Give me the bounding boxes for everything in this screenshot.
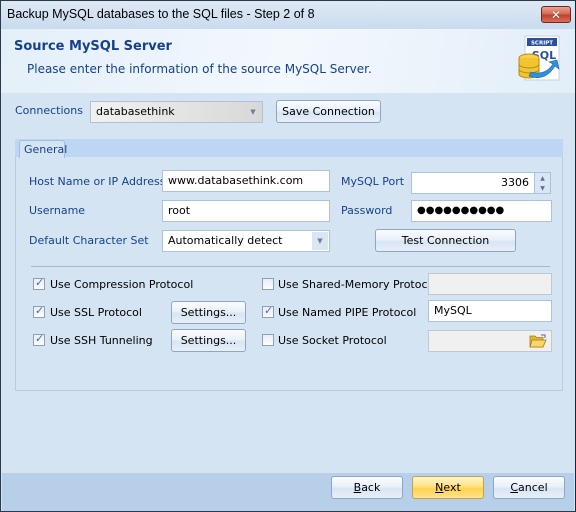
- charset-value: Automatically detect: [168, 234, 283, 247]
- back-button[interactable]: Back: [331, 476, 403, 499]
- cancel-mnemonic: C: [510, 481, 519, 494]
- spin-up-icon[interactable]: ▲: [535, 173, 550, 183]
- page-title: Source MySQL Server: [14, 39, 172, 54]
- host-input[interactable]: www.databasethink.com: [162, 170, 330, 192]
- charset-label: Default Character Set: [29, 234, 149, 247]
- shared-memory-label: Use Shared-Memory Protocol: [278, 278, 438, 291]
- shared-memory-checkbox[interactable]: [262, 278, 274, 290]
- title-bar: Backup MySQL databases to the SQL files …: [1, 1, 575, 29]
- next-label: Next: [435, 481, 461, 494]
- cancel-label: Cancel: [510, 481, 547, 494]
- icon-badge-text: SCRIPT: [531, 41, 553, 47]
- script-sql-database-icon: SCRIPT SQL: [518, 35, 560, 81]
- ssh-checkbox[interactable]: [33, 332, 45, 346]
- port-stepper[interactable]: ▲ ▼: [534, 172, 551, 194]
- named-pipe-input[interactable]: MySQL: [428, 300, 552, 322]
- cancel-label-rest: ancel: [518, 481, 548, 494]
- tab-general[interactable]: General: [19, 140, 67, 158]
- page-subtitle: Please enter the information of the sour…: [27, 62, 372, 76]
- options-divider: [31, 266, 550, 267]
- compression-checkbox[interactable]: [33, 276, 45, 290]
- connections-dropdown[interactable]: databasethink ▼: [90, 101, 263, 123]
- back-label-rest: ack: [361, 481, 381, 494]
- back-label: Back: [354, 481, 381, 494]
- password-input[interactable]: ●●●●●●●●●●: [411, 200, 552, 222]
- chevron-down-icon[interactable]: ▼: [245, 103, 261, 121]
- socket-checkbox[interactable]: [262, 334, 274, 346]
- ssh-settings-button[interactable]: Settings...: [171, 329, 246, 352]
- named-pipe-checkbox[interactable]: [262, 304, 274, 318]
- port-label: MySQL Port: [341, 175, 405, 188]
- spin-down-icon[interactable]: ▼: [535, 183, 550, 193]
- close-icon: ✕: [550, 7, 562, 22]
- ssl-checkbox[interactable]: [33, 304, 45, 318]
- cancel-button[interactable]: Cancel: [493, 476, 565, 499]
- wizard-footer: [2, 473, 574, 511]
- next-label-rest: ext: [443, 481, 461, 494]
- folder-open-icon[interactable]: [529, 334, 547, 348]
- close-button[interactable]: ✕: [541, 6, 571, 23]
- password-label: Password: [341, 204, 393, 217]
- next-button[interactable]: Next: [412, 476, 484, 499]
- ssh-label: Use SSH Tunneling: [50, 334, 153, 347]
- test-connection-button[interactable]: Test Connection: [375, 229, 516, 252]
- shared-memory-input[interactable]: [428, 273, 552, 295]
- compression-label: Use Compression Protocol: [50, 278, 194, 291]
- port-input[interactable]: 3306: [411, 172, 535, 194]
- save-connection-button[interactable]: Save Connection: [276, 100, 381, 123]
- username-input[interactable]: root: [162, 200, 330, 222]
- host-label: Host Name or IP Address: [29, 175, 166, 188]
- connections-value: databasethink: [96, 105, 175, 118]
- connections-label: Connections: [15, 104, 83, 117]
- wizard-window: Backup MySQL databases to the SQL files …: [0, 0, 576, 512]
- charset-dropdown[interactable]: Automatically detect ▼: [162, 230, 330, 252]
- tab-strip: [15, 139, 563, 157]
- username-label: Username: [29, 204, 86, 217]
- named-pipe-label: Use Named PIPE Protocol: [278, 306, 417, 319]
- chevron-down-icon[interactable]: ▼: [312, 232, 328, 250]
- socket-label: Use Socket Protocol: [278, 334, 387, 347]
- ssl-settings-button[interactable]: Settings...: [171, 301, 246, 324]
- window-title: Backup MySQL databases to the SQL files …: [7, 7, 315, 21]
- wizard-header: Source MySQL Server Please enter the inf…: [1, 29, 575, 93]
- ssl-label: Use SSL Protocol: [50, 306, 142, 319]
